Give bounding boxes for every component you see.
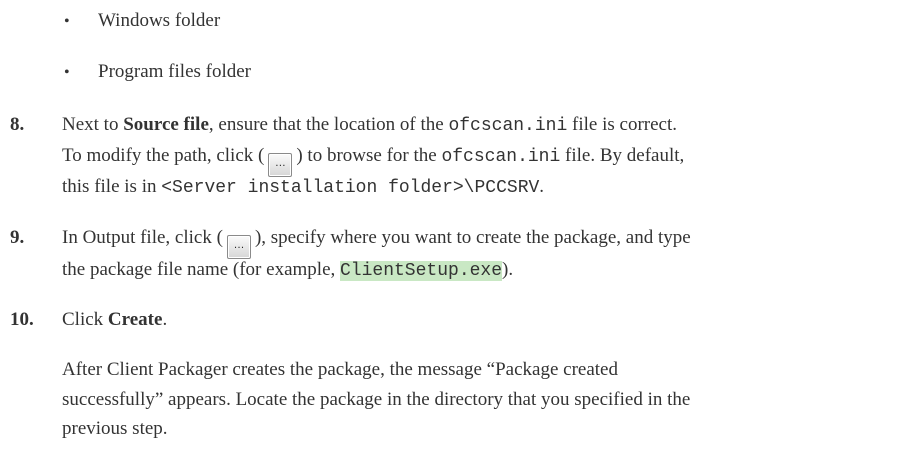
bullet-dot: •	[64, 64, 70, 81]
text-run: , specify where you want to create the p…	[261, 227, 691, 248]
text-run: Click	[62, 309, 108, 330]
after-text-line: previous step.	[62, 418, 168, 439]
text-run: to browse for the	[302, 145, 442, 166]
text-run: ).	[502, 259, 514, 280]
source-file-label: Source file	[123, 114, 209, 135]
text-run: , ensure that the location of the	[208, 114, 449, 135]
ofcscan-ini-filename: ofcscan.ini	[441, 147, 561, 167]
paren: (	[258, 145, 265, 166]
step-8-line-2: To modify the path, click (…) to browse …	[62, 145, 684, 177]
step-9-line-2: the package file name (for example, Clie…	[62, 259, 513, 282]
text-run: Next to	[62, 114, 124, 135]
text-run: the package file name (for example,	[62, 259, 340, 280]
browse-button[interactable]: …	[268, 153, 293, 177]
after-text-line: successfully” appears. Locate the packag…	[62, 389, 691, 410]
browse-ellipsis-icon: …	[274, 157, 286, 169]
text-run: this file is in	[62, 176, 162, 197]
client-setup-filename: ClientSetup.exe	[340, 261, 503, 281]
step-number: 10.	[10, 309, 34, 330]
server-path: <Server installation folder>\PCCSRV	[161, 178, 540, 198]
bullet-dot: •	[64, 13, 70, 30]
bullet-item-windows-folder: Windows folder	[98, 10, 221, 31]
text-run: file. By default,	[560, 145, 685, 166]
text-run: .	[162, 309, 168, 330]
step-number: 9.	[10, 227, 25, 248]
paren: (	[216, 227, 223, 248]
text-run: file is correct.	[567, 114, 677, 135]
step-8-line-3: this file is in <Server installation fol…	[62, 176, 544, 199]
step-10-line-1: Click Create.	[62, 309, 167, 331]
text-run: In Output file, click	[62, 227, 217, 248]
text-run: To modify the path, click	[62, 145, 259, 166]
step-8-line-1: Next to Source file, ensure that the loc…	[62, 114, 677, 137]
ofcscan-ini-filename: ofcscan.ini	[448, 116, 568, 136]
create-label: Create	[107, 309, 163, 330]
step-9-line-1: In Output file, click (…), specify where…	[62, 227, 691, 259]
bullet-item-program-files-folder: Program files folder	[98, 61, 252, 82]
browse-ellipsis-icon: …	[233, 239, 245, 251]
after-text-line: After Client Packager creates the packag…	[62, 359, 618, 380]
text-run: .	[539, 176, 545, 197]
browse-button[interactable]: …	[226, 235, 251, 259]
step-number: 8.	[10, 114, 25, 135]
